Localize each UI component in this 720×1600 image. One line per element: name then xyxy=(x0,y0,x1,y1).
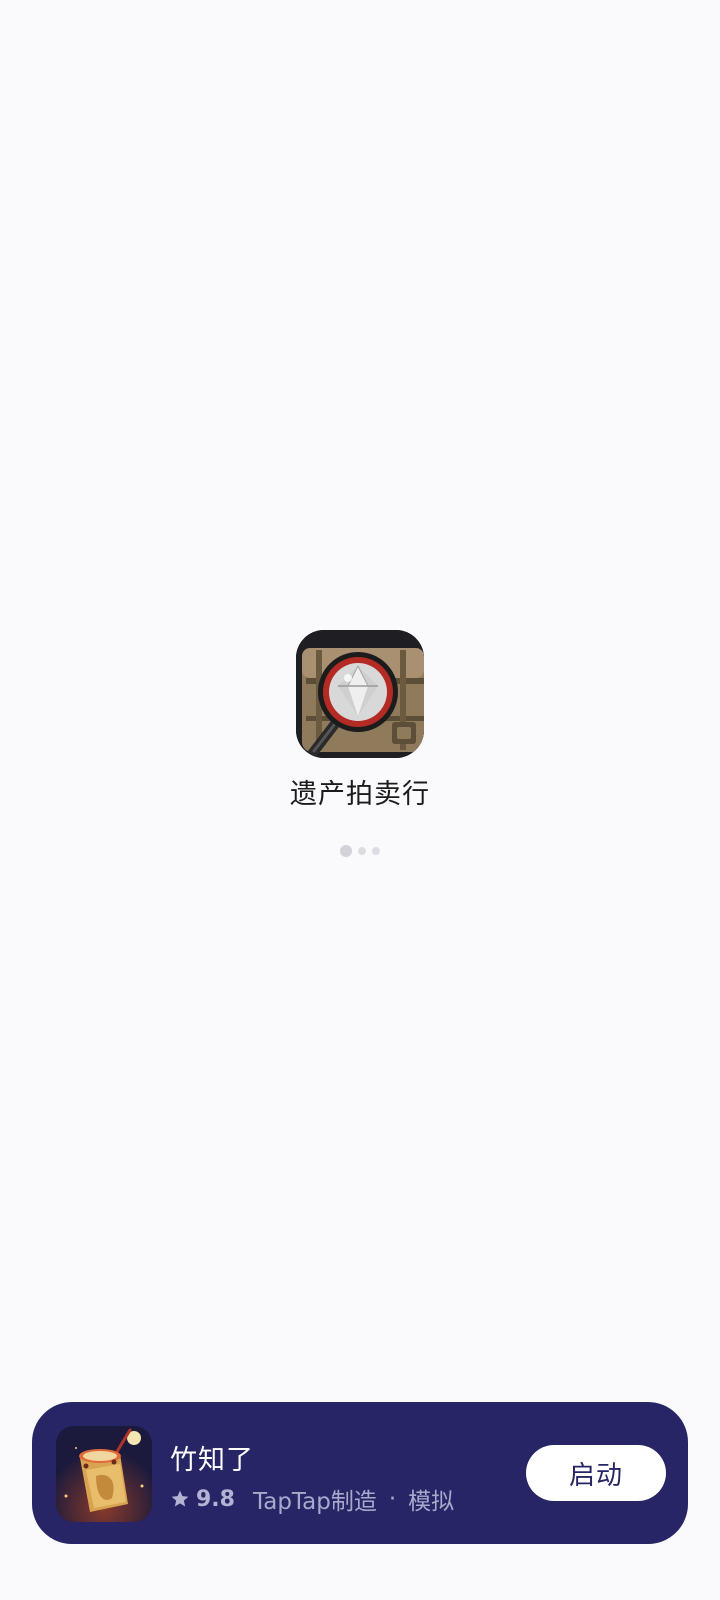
bamboo-drum-game-icon xyxy=(56,1426,152,1522)
promo-meta: 9.8 TapTap制造 · 模拟 xyxy=(170,1484,455,1515)
rating-score: 9.8 xyxy=(196,1486,235,1512)
genre-label: 模拟 xyxy=(408,1489,455,1515)
separator-dot: · xyxy=(388,1486,397,1512)
splash-screen: 遗产拍卖行 xyxy=(0,0,720,1400)
loading-dot xyxy=(372,847,380,855)
launch-button[interactable]: 启动 xyxy=(526,1445,666,1501)
promo-banner[interactable]: 竹知了 9.8 TapTap制造 · 模拟 启动 xyxy=(32,1402,688,1544)
app-name: 遗产拍卖行 xyxy=(290,779,430,810)
loading-indicator xyxy=(0,844,720,858)
maker-label: TapTap制造 xyxy=(252,1489,377,1515)
treasure-chest-magnifier-icon xyxy=(296,630,424,758)
star-icon xyxy=(171,1490,189,1507)
promo-game-title: 竹知了 xyxy=(170,1445,254,1476)
loading-dot xyxy=(340,845,352,857)
loading-dot xyxy=(358,847,366,855)
